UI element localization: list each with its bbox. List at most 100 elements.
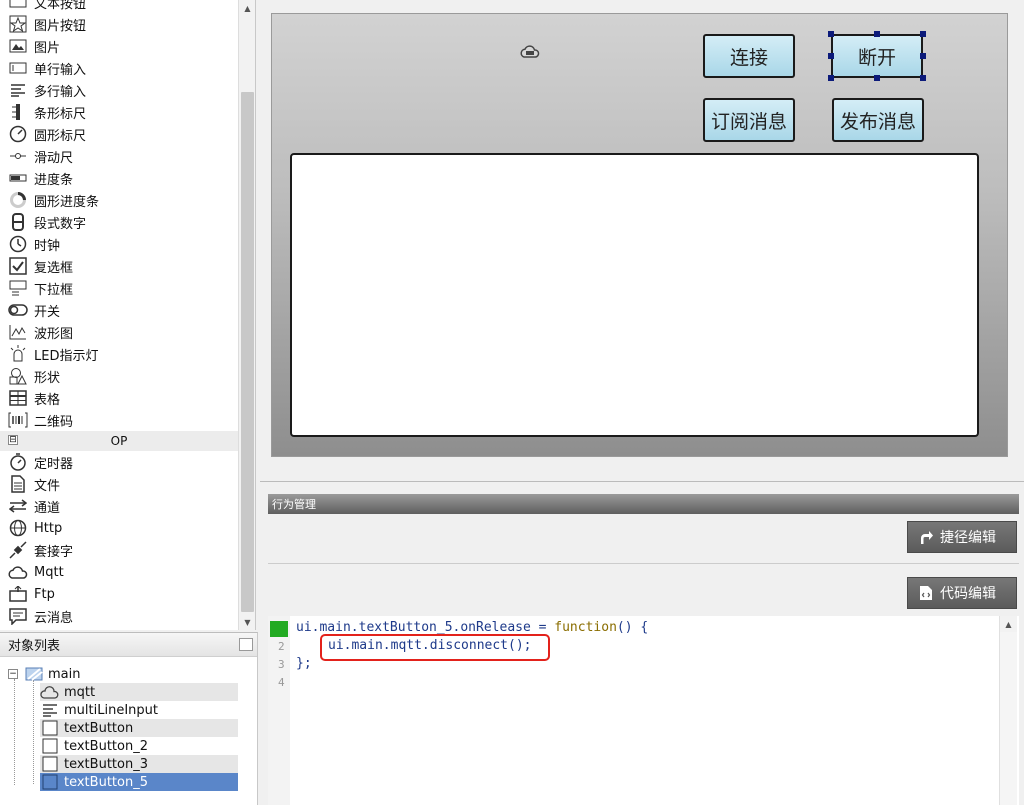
palette-item-label: 套接字 bbox=[34, 544, 74, 560]
palette-item-gauge[interactable]: 圆形标尺 bbox=[0, 123, 238, 145]
palette-item-label: 文件 bbox=[34, 478, 61, 494]
palette-item-switch[interactable]: 开关 bbox=[0, 299, 238, 321]
palette-item-label: 多行输入 bbox=[34, 84, 87, 100]
palette-item-label: 通道 bbox=[34, 500, 61, 516]
line-number: 2 bbox=[278, 640, 285, 653]
tree-node-mqtt[interactable]: mqtt bbox=[40, 683, 238, 701]
palette-item-label: 二维码 bbox=[34, 414, 74, 430]
code-line-3: }; bbox=[296, 656, 312, 671]
palette-item-slider[interactable]: 滑动尺 bbox=[0, 145, 238, 167]
tree-node-textbutton-3[interactable]: textButton_3 bbox=[40, 755, 238, 773]
breakpoint-marker[interactable] bbox=[270, 621, 288, 637]
palette-item-label: 下拉框 bbox=[34, 282, 74, 298]
panel-float-icon[interactable] bbox=[239, 638, 253, 651]
behavior-title-label: 行为管理 bbox=[272, 498, 316, 511]
palette-item-segment-digit[interactable]: 段式数字 bbox=[0, 211, 238, 233]
globe-icon bbox=[7, 518, 29, 538]
palette-item-label: 进度条 bbox=[34, 172, 74, 188]
selection-handle[interactable] bbox=[920, 75, 926, 81]
scroll-up-icon[interactable]: ▲ bbox=[239, 0, 255, 16]
dropdown-icon bbox=[7, 278, 29, 298]
palette-item-mqtt[interactable]: Mqtt bbox=[0, 561, 238, 583]
palette-item-checkbox[interactable]: 复选框 bbox=[0, 255, 238, 277]
scroll-up-icon[interactable]: ▲ bbox=[1000, 616, 1017, 632]
connect-button[interactable]: 连接 bbox=[703, 34, 795, 78]
selection-handle[interactable] bbox=[920, 31, 926, 37]
channel-icon bbox=[7, 496, 29, 516]
tree-node-textbutton-2[interactable]: textButton_2 bbox=[40, 737, 238, 755]
disconnect-button[interactable]: 断开 bbox=[831, 34, 923, 78]
palette-item-bar-ruler[interactable]: 条形标尺 bbox=[0, 101, 238, 123]
palette-item-image-button[interactable]: 图片按钮 bbox=[0, 13, 238, 35]
cloud-message-icon bbox=[7, 606, 29, 626]
shortcut-edit-button[interactable]: 捷径编辑 bbox=[907, 521, 1017, 553]
tree-node-textbutton-5[interactable]: textButton_5 bbox=[40, 773, 238, 791]
waveform-icon bbox=[7, 322, 29, 342]
selection-handle[interactable] bbox=[828, 75, 834, 81]
palette-item-http[interactable]: Http bbox=[0, 517, 238, 539]
switch-icon bbox=[7, 300, 29, 320]
palette-item-led[interactable]: LED指示灯 bbox=[0, 343, 238, 365]
text-button-icon bbox=[40, 738, 60, 754]
multi-line-input-icon bbox=[40, 702, 60, 718]
palette-scrollbar[interactable]: ▲ ▼ bbox=[238, 0, 255, 630]
selection-handle[interactable] bbox=[828, 53, 834, 59]
palette-item-label: 段式数字 bbox=[34, 216, 87, 232]
tree-node-textbutton[interactable]: textButton bbox=[40, 719, 238, 737]
palette-item-image[interactable]: 图片 bbox=[0, 35, 238, 57]
palette-category-op[interactable]: ⊟ OP bbox=[0, 431, 238, 451]
palette-item-clock[interactable]: 时钟 bbox=[0, 233, 238, 255]
editor-gutter: 2 3 4 bbox=[268, 616, 290, 805]
tree-node-label: textButton bbox=[64, 720, 134, 736]
tree-node-multilineinput[interactable]: multiLineInput bbox=[40, 701, 238, 719]
palette-item-multi-line-input[interactable]: 多行输入 bbox=[0, 79, 238, 101]
collapse-icon[interactable]: − bbox=[8, 669, 18, 679]
tree-node-main[interactable]: − main bbox=[8, 665, 238, 683]
palette-item-socket[interactable]: 套接字 bbox=[0, 539, 238, 561]
selection-handle[interactable] bbox=[828, 31, 834, 37]
tree-node-label: textButton_2 bbox=[64, 738, 148, 754]
scroll-down-icon[interactable]: ▼ bbox=[239, 614, 255, 630]
palette-item-shape[interactable]: 形状 bbox=[0, 365, 238, 387]
tree-node-label: main bbox=[48, 666, 81, 682]
palette-item-label: 波形图 bbox=[34, 326, 74, 342]
multi-line-input-widget[interactable] bbox=[290, 153, 979, 437]
subscribe-button[interactable]: 订阅消息 bbox=[703, 98, 795, 142]
palette-item-channel[interactable]: 通道 bbox=[0, 495, 238, 517]
code-file-icon bbox=[918, 585, 934, 601]
editor-scrollbar[interactable]: ▲ bbox=[999, 616, 1017, 805]
palette-item-single-line-input[interactable]: 单行输入 bbox=[0, 57, 238, 79]
mqtt-cloud-icon[interactable] bbox=[519, 42, 541, 60]
palette-item-progress-bar[interactable]: 进度条 bbox=[0, 167, 238, 189]
publish-button[interactable]: 发布消息 bbox=[832, 98, 924, 142]
selection-handle[interactable] bbox=[874, 75, 880, 81]
palette-item-dropdown[interactable]: 下拉框 bbox=[0, 277, 238, 299]
palette-item-file[interactable]: 文件 bbox=[0, 473, 238, 495]
palette-item-label: 文本按钮 bbox=[34, 0, 87, 12]
widget-palette: 文本按钮 图片按钮 图片 单行输入 多行输入 条形标尺 圆形标尺 滑动尺 进度条… bbox=[0, 0, 256, 630]
palette-item-cloud-message[interactable]: 云消息 bbox=[0, 605, 238, 627]
annotation-highlight-box bbox=[320, 634, 550, 661]
palette-item-circular-progress[interactable]: 圆形进度条 bbox=[0, 189, 238, 211]
code-edit-button[interactable]: 代码编辑 bbox=[907, 577, 1017, 609]
collapse-icon[interactable]: ⊟ bbox=[8, 435, 18, 445]
tree-node-label: multiLineInput bbox=[64, 702, 158, 718]
palette-item-label: 条形标尺 bbox=[34, 106, 87, 122]
selection-handle[interactable] bbox=[874, 31, 880, 37]
palette-item-label: 圆形进度条 bbox=[34, 194, 100, 210]
palette-item-label: 开关 bbox=[34, 304, 61, 320]
palette-item-waveform[interactable]: 波形图 bbox=[0, 321, 238, 343]
subscribe-button-label: 订阅消息 bbox=[710, 110, 787, 133]
palette-item-table[interactable]: 表格 bbox=[0, 387, 238, 409]
scrollbar-thumb[interactable] bbox=[241, 92, 254, 612]
palette-item-timer[interactable]: 定时器 bbox=[0, 451, 238, 473]
shape-icon bbox=[7, 366, 29, 386]
palette-item-label: Http bbox=[34, 520, 63, 536]
palette-item-label: Ftp bbox=[34, 586, 55, 602]
palette-item-text-button[interactable]: 文本按钮 bbox=[0, 0, 238, 13]
palette-item-ftp[interactable]: Ftp bbox=[0, 583, 238, 605]
tree-node-label: textButton_3 bbox=[64, 756, 148, 772]
selection-handle[interactable] bbox=[920, 53, 926, 59]
shortcut-edit-label: 捷径编辑 bbox=[940, 530, 996, 546]
palette-item-qrcode[interactable]: 二维码 bbox=[0, 409, 238, 431]
